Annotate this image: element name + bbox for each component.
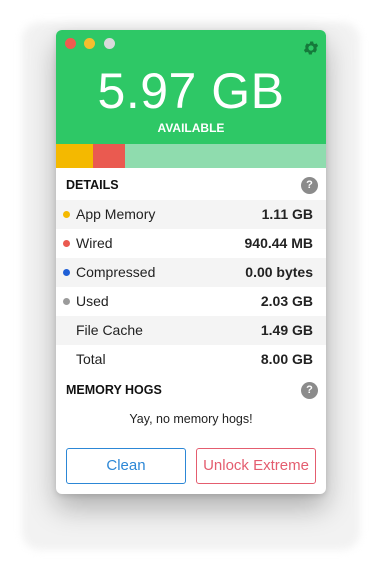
gear-icon[interactable] — [302, 39, 320, 57]
memory-usage-bar — [56, 144, 326, 168]
detail-label: Compressed — [76, 264, 156, 280]
app-memory-segment — [56, 144, 93, 168]
detail-row-file-cache: File Cache 1.49 GB — [56, 316, 326, 345]
detail-value: 2.03 GB — [260, 293, 313, 309]
compressed-dot-icon — [63, 269, 70, 276]
app-memory-dot-icon — [63, 211, 70, 218]
detail-label: App Memory — [76, 206, 156, 222]
detail-label: File Cache — [76, 322, 143, 338]
detail-row-used: Used 2.03 GB — [56, 287, 326, 316]
details-section-header: DETAILS ? — [56, 171, 326, 200]
available-memory-amount: 5.97 GB — [97, 63, 285, 119]
memory-hogs-section-header: MEMORY HOGS ? — [56, 376, 326, 405]
no-memory-hogs-message: Yay, no memory hogs! — [129, 412, 253, 426]
details-title: DETAILS — [66, 178, 119, 192]
details-list: App Memory 1.11 GB Wired 940.44 MB Compr… — [56, 200, 326, 374]
detail-value: 8.00 GB — [260, 351, 313, 367]
question-circle-icon[interactable]: ? — [301, 177, 318, 194]
detail-row-total: Total 8.00 GB — [56, 345, 326, 374]
detail-label: Used — [76, 293, 109, 309]
zoom-window-button[interactable] — [104, 38, 115, 49]
detail-value: 0.00 bytes — [245, 264, 313, 280]
wired-dot-icon — [63, 240, 70, 247]
detail-value: 940.44 MB — [244, 235, 313, 251]
header-panel: 5.97 GB AVAILABLE — [56, 30, 326, 144]
available-label: AVAILABLE — [157, 121, 225, 135]
detail-label: Wired — [76, 235, 113, 251]
detail-label: Total — [76, 351, 106, 367]
used-dot-icon — [63, 298, 70, 305]
minimize-window-button[interactable] — [84, 38, 95, 49]
unlock-extreme-button[interactable]: Unlock Extreme — [196, 448, 316, 484]
memory-clean-window: 5.97 GB AVAILABLE DETAILS ? App Memory 1… — [56, 30, 326, 494]
detail-row-app-memory: App Memory 1.11 GB — [56, 200, 326, 229]
clean-button[interactable]: Clean — [66, 448, 186, 484]
detail-row-wired: Wired 940.44 MB — [56, 229, 326, 258]
question-circle-icon[interactable]: ? — [301, 382, 318, 399]
detail-value: 1.11 GB — [261, 206, 313, 222]
memory-hogs-title: MEMORY HOGS — [66, 383, 162, 397]
detail-value: 1.49 GB — [260, 322, 313, 338]
close-window-button[interactable] — [65, 38, 76, 49]
detail-row-compressed: Compressed 0.00 bytes — [56, 258, 326, 287]
wired-memory-segment — [93, 144, 125, 168]
